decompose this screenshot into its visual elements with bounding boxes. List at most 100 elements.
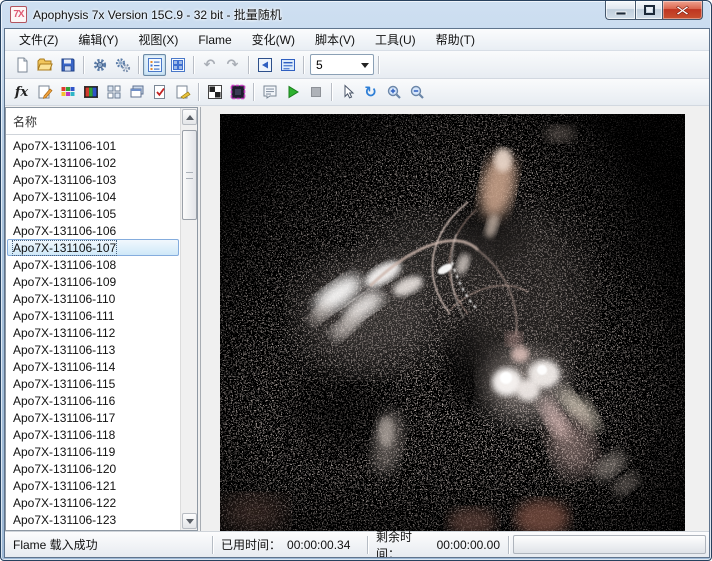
list-item[interactable]: Apo7X-131106-115 xyxy=(7,375,179,392)
status-progress-panel xyxy=(513,535,706,554)
list-item[interactable]: Apo7X-131106-121 xyxy=(7,477,179,494)
settings-button[interactable] xyxy=(88,54,111,76)
cascade-icon xyxy=(129,84,145,100)
list-item[interactable]: Apo7X-131106-123 xyxy=(7,511,179,528)
batch-options-button[interactable] xyxy=(111,54,134,76)
list-view-button[interactable] xyxy=(143,54,166,76)
list-item[interactable]: Apo7X-131106-114 xyxy=(7,358,179,375)
minimize-icon xyxy=(615,6,627,15)
list-item[interactable]: Apo7X-131106-106 xyxy=(7,222,179,239)
menu-script[interactable]: 脚本(V) xyxy=(305,28,365,51)
list-item[interactable]: Apo7X-131106-103 xyxy=(7,171,179,188)
zoom-out-icon xyxy=(409,84,425,100)
save-floppy-icon xyxy=(60,57,76,73)
zoom-out-button[interactable] xyxy=(405,81,428,103)
list-view-icon xyxy=(147,57,163,73)
select-tool-button[interactable] xyxy=(336,81,359,103)
scrollbar-thumb[interactable] xyxy=(182,130,197,220)
window-title: Apophysis 7x Version 15C.9 - 32 bit - 批量… xyxy=(33,6,282,23)
open-button[interactable] xyxy=(33,54,56,76)
list-item[interactable]: Apo7X-131106-110 xyxy=(7,290,179,307)
maximize-button[interactable] xyxy=(635,1,663,20)
edit-flame-button[interactable] xyxy=(33,81,56,103)
menu-help[interactable]: 帮助(T) xyxy=(426,28,485,51)
menu-edit[interactable]: 编辑(Y) xyxy=(68,28,128,51)
list-item[interactable]: Apo7X-131106-108 xyxy=(7,256,179,273)
menu-view[interactable]: 视图(X) xyxy=(128,28,188,51)
menu-flame[interactable]: Flame xyxy=(188,30,241,50)
list-item[interactable]: Apo7X-131106-117 xyxy=(7,409,179,426)
elapsed-value: 00:00:00.34 xyxy=(287,538,350,552)
rotate-tool-button[interactable]: ↻ xyxy=(359,81,382,103)
list-item-label: Apo7X-131106-107 xyxy=(13,241,116,255)
script-editor-button[interactable] xyxy=(258,81,281,103)
gradient-icon xyxy=(83,84,99,100)
list-item[interactable]: Apo7X-131106-102 xyxy=(7,154,179,171)
list-item-label: Apo7X-131106-118 xyxy=(13,428,115,442)
chevron-down-icon xyxy=(357,58,373,72)
preview-quality-select[interactable]: 5 xyxy=(310,54,374,75)
list-item[interactable]: Apo7X-131106-111 xyxy=(7,307,179,324)
list-item-label: Apo7X-131106-123 xyxy=(13,513,116,527)
client-area: 文件(Z) 编辑(Y) 视图(X) Flame 变化(W) 脚本(V) 工具(U… xyxy=(4,28,710,558)
list-item[interactable]: Apo7X-131106-113 xyxy=(7,341,179,358)
preview-panel-button[interactable] xyxy=(276,54,299,76)
render-settings-button[interactable] xyxy=(148,81,171,103)
open-editor-button[interactable] xyxy=(253,54,276,76)
scroll-up-button[interactable] xyxy=(182,109,197,125)
list-item[interactable]: Apo7X-131106-120 xyxy=(7,460,179,477)
list-item[interactable]: Apo7X-131106-109 xyxy=(7,273,179,290)
menu-variation[interactable]: 变化(W) xyxy=(242,28,305,51)
zoom-in-icon xyxy=(386,84,402,100)
menu-tools[interactable]: 工具(U) xyxy=(365,28,426,51)
cascade-windows-button[interactable] xyxy=(125,81,148,103)
run-script-button[interactable] xyxy=(281,81,304,103)
redo-button[interactable]: ↷ xyxy=(221,54,244,76)
close-button[interactable] xyxy=(663,1,703,20)
list-item[interactable]: Apo7X-131106-116 xyxy=(7,392,179,409)
status-message: Flame 载入成功 xyxy=(5,532,212,557)
list-item-label: Apo7X-131106-106 xyxy=(13,224,116,238)
undo-button[interactable]: ↶ xyxy=(198,54,221,76)
status-separator xyxy=(508,536,509,554)
gradient-button[interactable] xyxy=(79,81,102,103)
export-flame-button[interactable] xyxy=(171,81,194,103)
list-item[interactable]: Apo7X-131106-112 xyxy=(7,324,179,341)
list-header-name[interactable]: 名称 xyxy=(6,108,180,135)
minimize-button[interactable] xyxy=(605,1,635,20)
toolbar-separator xyxy=(248,56,249,74)
checkerboard-icon xyxy=(207,84,223,100)
new-flame-button[interactable] xyxy=(10,54,33,76)
variation-options-button[interactable]: fx xyxy=(10,81,33,103)
zoom-in-button[interactable] xyxy=(382,81,405,103)
list-item-label: Apo7X-131106-115 xyxy=(13,377,115,391)
fullscreen-button[interactable] xyxy=(226,81,249,103)
window-controls xyxy=(605,1,703,20)
scroll-down-button[interactable] xyxy=(182,513,197,529)
stop-script-button[interactable] xyxy=(304,81,327,103)
list-item[interactable]: Apo7X-131106-124 xyxy=(7,528,179,530)
open-folder-icon xyxy=(37,57,53,73)
remaining-value: 00:00:00.00 xyxy=(437,538,500,552)
thumbnail-view-button[interactable] xyxy=(166,54,189,76)
menu-file[interactable]: 文件(Z) xyxy=(9,28,68,51)
flame-list-panel: 名称 Apo7X-131106-101 Apo7X-131106-102 Apo… xyxy=(5,107,198,531)
mutation-button[interactable] xyxy=(102,81,125,103)
document-check-icon xyxy=(152,84,168,100)
list-item[interactable]: Apo7X-131106-107 xyxy=(7,239,179,256)
list-item[interactable]: Apo7X-131106-104 xyxy=(7,188,179,205)
list-item[interactable]: Apo7X-131106-105 xyxy=(7,205,179,222)
list-item[interactable]: Apo7X-131106-119 xyxy=(7,443,179,460)
adjust-palette-button[interactable] xyxy=(56,81,79,103)
list-item[interactable]: Apo7X-131106-101 xyxy=(7,137,179,154)
new-document-icon xyxy=(14,57,30,73)
list-item[interactable]: Apo7X-131106-122 xyxy=(7,494,179,511)
list-item[interactable]: Apo7X-131106-118 xyxy=(7,426,179,443)
list-scrollbar[interactable] xyxy=(180,108,197,530)
save-button[interactable] xyxy=(56,54,79,76)
redo-icon: ↷ xyxy=(227,56,239,73)
list-item-label: Apo7X-131106-102 xyxy=(13,156,116,170)
render-button[interactable] xyxy=(203,81,226,103)
toolbar-separator xyxy=(193,56,194,74)
list-item-label: Apo7X-131106-121 xyxy=(13,479,116,493)
